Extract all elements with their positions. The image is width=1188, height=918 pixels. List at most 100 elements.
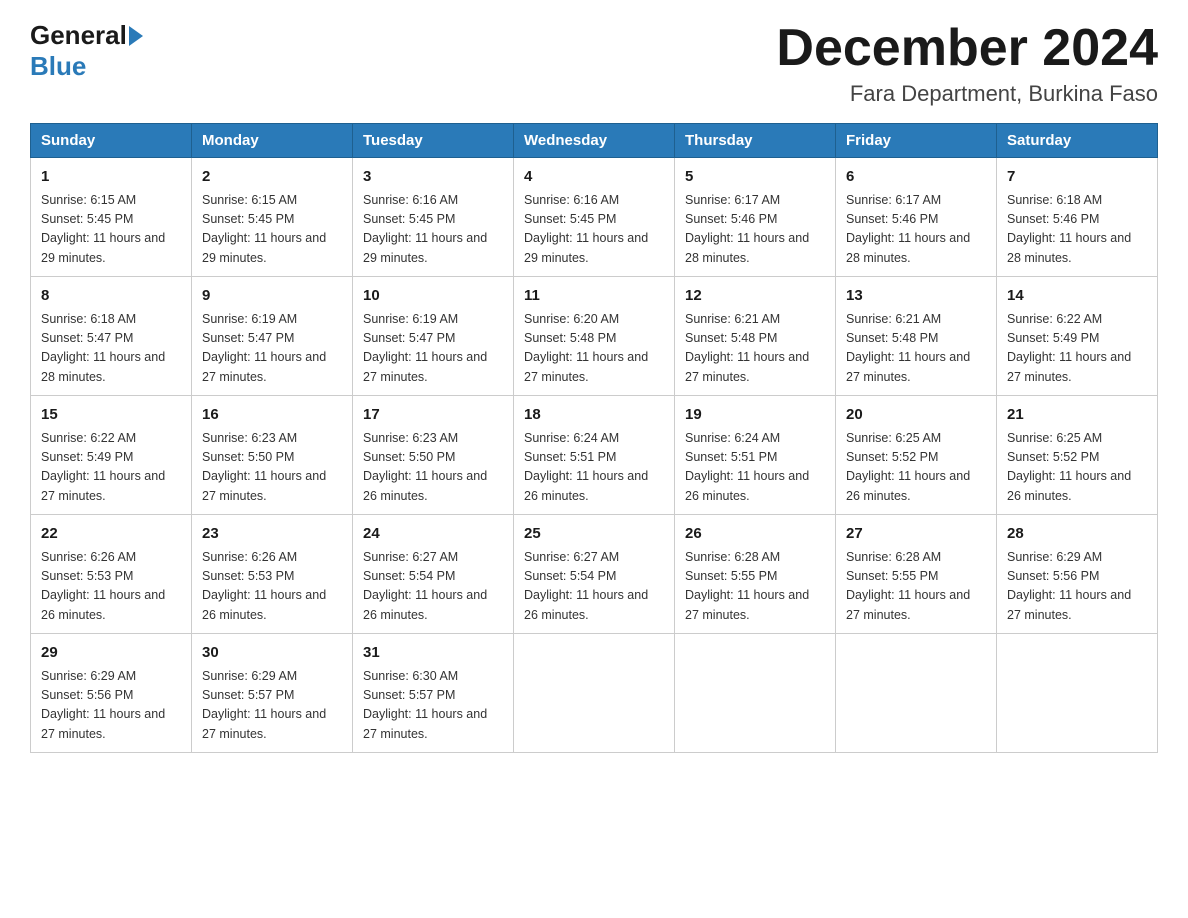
day-info: Sunrise: 6:28 AMSunset: 5:55 PMDaylight:… bbox=[846, 548, 986, 626]
day-number: 25 bbox=[524, 523, 664, 546]
calendar-cell: 5Sunrise: 6:17 AMSunset: 5:46 PMDaylight… bbox=[675, 158, 836, 277]
day-info: Sunrise: 6:29 AMSunset: 5:56 PMDaylight:… bbox=[41, 667, 181, 745]
day-info: Sunrise: 6:23 AMSunset: 5:50 PMDaylight:… bbox=[202, 429, 342, 507]
month-title: December 2024 bbox=[776, 20, 1158, 77]
day-number: 29 bbox=[41, 642, 181, 665]
day-info: Sunrise: 6:26 AMSunset: 5:53 PMDaylight:… bbox=[41, 548, 181, 626]
header-tuesday: Tuesday bbox=[353, 124, 514, 158]
calendar-cell: 31Sunrise: 6:30 AMSunset: 5:57 PMDayligh… bbox=[353, 634, 514, 753]
day-info: Sunrise: 6:21 AMSunset: 5:48 PMDaylight:… bbox=[685, 310, 825, 388]
day-number: 19 bbox=[685, 404, 825, 427]
day-info: Sunrise: 6:26 AMSunset: 5:53 PMDaylight:… bbox=[202, 548, 342, 626]
day-info: Sunrise: 6:22 AMSunset: 5:49 PMDaylight:… bbox=[41, 429, 181, 507]
calendar-cell: 30Sunrise: 6:29 AMSunset: 5:57 PMDayligh… bbox=[192, 634, 353, 753]
calendar-cell: 26Sunrise: 6:28 AMSunset: 5:55 PMDayligh… bbox=[675, 515, 836, 634]
header-wednesday: Wednesday bbox=[514, 124, 675, 158]
calendar-cell bbox=[514, 634, 675, 753]
calendar-cell bbox=[997, 634, 1158, 753]
day-info: Sunrise: 6:15 AMSunset: 5:45 PMDaylight:… bbox=[41, 191, 181, 269]
header-monday: Monday bbox=[192, 124, 353, 158]
calendar-cell: 24Sunrise: 6:27 AMSunset: 5:54 PMDayligh… bbox=[353, 515, 514, 634]
header-saturday: Saturday bbox=[997, 124, 1158, 158]
calendar-cell: 16Sunrise: 6:23 AMSunset: 5:50 PMDayligh… bbox=[192, 396, 353, 515]
day-info: Sunrise: 6:24 AMSunset: 5:51 PMDaylight:… bbox=[524, 429, 664, 507]
calendar-cell: 3Sunrise: 6:16 AMSunset: 5:45 PMDaylight… bbox=[353, 158, 514, 277]
logo-blue: Blue bbox=[30, 51, 86, 82]
calendar-cell: 1Sunrise: 6:15 AMSunset: 5:45 PMDaylight… bbox=[31, 158, 192, 277]
logo-general: General bbox=[30, 20, 127, 51]
day-number: 8 bbox=[41, 285, 181, 308]
day-number: 30 bbox=[202, 642, 342, 665]
calendar-cell: 27Sunrise: 6:28 AMSunset: 5:55 PMDayligh… bbox=[836, 515, 997, 634]
calendar-cell: 18Sunrise: 6:24 AMSunset: 5:51 PMDayligh… bbox=[514, 396, 675, 515]
calendar-cell bbox=[675, 634, 836, 753]
day-info: Sunrise: 6:19 AMSunset: 5:47 PMDaylight:… bbox=[363, 310, 503, 388]
header-friday: Friday bbox=[836, 124, 997, 158]
day-number: 10 bbox=[363, 285, 503, 308]
day-info: Sunrise: 6:29 AMSunset: 5:56 PMDaylight:… bbox=[1007, 548, 1147, 626]
calendar-cell: 7Sunrise: 6:18 AMSunset: 5:46 PMDaylight… bbox=[997, 158, 1158, 277]
calendar-cell: 8Sunrise: 6:18 AMSunset: 5:47 PMDaylight… bbox=[31, 277, 192, 396]
day-number: 20 bbox=[846, 404, 986, 427]
header-row: SundayMondayTuesdayWednesdayThursdayFrid… bbox=[31, 124, 1158, 158]
title-section: December 2024 Fara Department, Burkina F… bbox=[776, 20, 1158, 107]
day-info: Sunrise: 6:16 AMSunset: 5:45 PMDaylight:… bbox=[363, 191, 503, 269]
day-info: Sunrise: 6:23 AMSunset: 5:50 PMDaylight:… bbox=[363, 429, 503, 507]
calendar-cell: 6Sunrise: 6:17 AMSunset: 5:46 PMDaylight… bbox=[836, 158, 997, 277]
calendar-cell: 17Sunrise: 6:23 AMSunset: 5:50 PMDayligh… bbox=[353, 396, 514, 515]
day-number: 12 bbox=[685, 285, 825, 308]
day-info: Sunrise: 6:16 AMSunset: 5:45 PMDaylight:… bbox=[524, 191, 664, 269]
calendar-cell: 14Sunrise: 6:22 AMSunset: 5:49 PMDayligh… bbox=[997, 277, 1158, 396]
day-number: 15 bbox=[41, 404, 181, 427]
calendar-cell: 21Sunrise: 6:25 AMSunset: 5:52 PMDayligh… bbox=[997, 396, 1158, 515]
day-info: Sunrise: 6:18 AMSunset: 5:47 PMDaylight:… bbox=[41, 310, 181, 388]
day-number: 16 bbox=[202, 404, 342, 427]
calendar-cell: 29Sunrise: 6:29 AMSunset: 5:56 PMDayligh… bbox=[31, 634, 192, 753]
logo: General Blue bbox=[30, 20, 145, 82]
day-info: Sunrise: 6:19 AMSunset: 5:47 PMDaylight:… bbox=[202, 310, 342, 388]
calendar-cell: 13Sunrise: 6:21 AMSunset: 5:48 PMDayligh… bbox=[836, 277, 997, 396]
day-info: Sunrise: 6:27 AMSunset: 5:54 PMDaylight:… bbox=[524, 548, 664, 626]
day-number: 1 bbox=[41, 166, 181, 189]
day-info: Sunrise: 6:25 AMSunset: 5:52 PMDaylight:… bbox=[846, 429, 986, 507]
calendar-cell: 22Sunrise: 6:26 AMSunset: 5:53 PMDayligh… bbox=[31, 515, 192, 634]
day-number: 26 bbox=[685, 523, 825, 546]
week-row-2: 8Sunrise: 6:18 AMSunset: 5:47 PMDaylight… bbox=[31, 277, 1158, 396]
day-info: Sunrise: 6:17 AMSunset: 5:46 PMDaylight:… bbox=[846, 191, 986, 269]
header-thursday: Thursday bbox=[675, 124, 836, 158]
day-number: 11 bbox=[524, 285, 664, 308]
day-info: Sunrise: 6:27 AMSunset: 5:54 PMDaylight:… bbox=[363, 548, 503, 626]
day-info: Sunrise: 6:15 AMSunset: 5:45 PMDaylight:… bbox=[202, 191, 342, 269]
day-number: 9 bbox=[202, 285, 342, 308]
day-number: 18 bbox=[524, 404, 664, 427]
calendar-cell: 23Sunrise: 6:26 AMSunset: 5:53 PMDayligh… bbox=[192, 515, 353, 634]
day-number: 7 bbox=[1007, 166, 1147, 189]
day-number: 4 bbox=[524, 166, 664, 189]
calendar-table: SundayMondayTuesdayWednesdayThursdayFrid… bbox=[30, 123, 1158, 753]
day-number: 17 bbox=[363, 404, 503, 427]
calendar-cell: 15Sunrise: 6:22 AMSunset: 5:49 PMDayligh… bbox=[31, 396, 192, 515]
day-number: 28 bbox=[1007, 523, 1147, 546]
day-info: Sunrise: 6:28 AMSunset: 5:55 PMDaylight:… bbox=[685, 548, 825, 626]
day-info: Sunrise: 6:29 AMSunset: 5:57 PMDaylight:… bbox=[202, 667, 342, 745]
calendar-cell: 11Sunrise: 6:20 AMSunset: 5:48 PMDayligh… bbox=[514, 277, 675, 396]
day-number: 27 bbox=[846, 523, 986, 546]
day-info: Sunrise: 6:30 AMSunset: 5:57 PMDaylight:… bbox=[363, 667, 503, 745]
calendar-cell: 28Sunrise: 6:29 AMSunset: 5:56 PMDayligh… bbox=[997, 515, 1158, 634]
day-number: 6 bbox=[846, 166, 986, 189]
day-number: 14 bbox=[1007, 285, 1147, 308]
day-info: Sunrise: 6:21 AMSunset: 5:48 PMDaylight:… bbox=[846, 310, 986, 388]
day-number: 13 bbox=[846, 285, 986, 308]
logo-text: General bbox=[30, 20, 145, 51]
week-row-3: 15Sunrise: 6:22 AMSunset: 5:49 PMDayligh… bbox=[31, 396, 1158, 515]
day-number: 21 bbox=[1007, 404, 1147, 427]
calendar-cell: 2Sunrise: 6:15 AMSunset: 5:45 PMDaylight… bbox=[192, 158, 353, 277]
calendar-cell: 10Sunrise: 6:19 AMSunset: 5:47 PMDayligh… bbox=[353, 277, 514, 396]
day-number: 3 bbox=[363, 166, 503, 189]
day-info: Sunrise: 6:22 AMSunset: 5:49 PMDaylight:… bbox=[1007, 310, 1147, 388]
calendar-cell: 12Sunrise: 6:21 AMSunset: 5:48 PMDayligh… bbox=[675, 277, 836, 396]
calendar-cell: 25Sunrise: 6:27 AMSunset: 5:54 PMDayligh… bbox=[514, 515, 675, 634]
day-number: 23 bbox=[202, 523, 342, 546]
logo-arrow-icon bbox=[129, 26, 143, 46]
day-number: 31 bbox=[363, 642, 503, 665]
